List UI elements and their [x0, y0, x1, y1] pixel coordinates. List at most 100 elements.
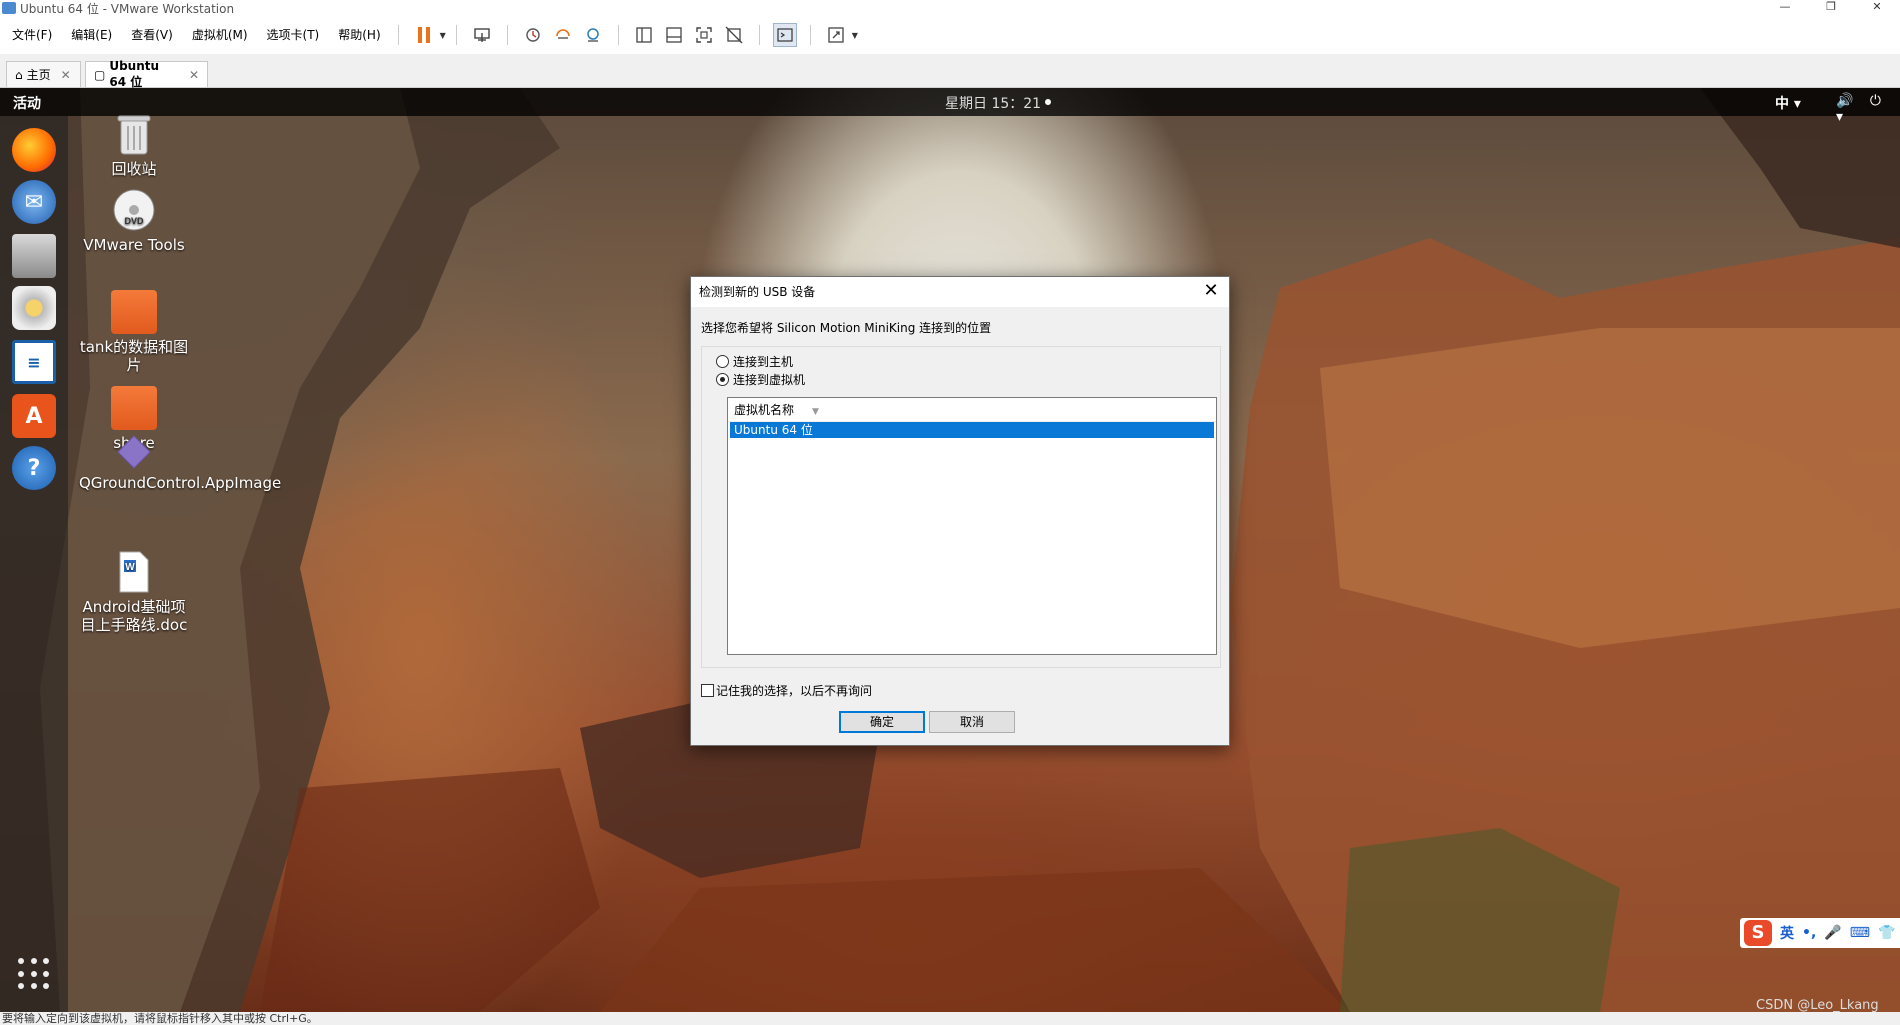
system-menu[interactable]: 🔊 ⏻ ▾	[1836, 93, 1900, 125]
menu-tabs[interactable]: 选项卡(T)	[260, 23, 327, 47]
dialog-title: 检测到新的 USB 设备	[699, 285, 816, 299]
ok-button[interactable]: 确定	[839, 711, 925, 733]
desktop-icon-trash[interactable]: 回收站	[79, 112, 189, 178]
window-controls: — ❐ ✕	[1762, 0, 1900, 16]
toolbar-separator	[506, 25, 508, 45]
menu-file[interactable]: 文件(F)	[5, 23, 59, 47]
radio-button[interactable]	[716, 373, 729, 386]
desktop-icon-label: VMware Tools	[83, 236, 185, 254]
svg-text:W: W	[125, 562, 135, 573]
minimize-button[interactable]: —	[1762, 0, 1808, 16]
ubuntu-dock: ✉ ≡ A ?	[0, 116, 68, 1012]
sogou-logo-icon[interactable]: S	[1744, 920, 1772, 946]
toolbar-separator	[758, 25, 760, 45]
radio-connect-vm[interactable]: 连接到虚拟机	[716, 371, 805, 388]
sogou-ime-bar[interactable]: S 英 •, 🎤 ⌨ 👕	[1740, 918, 1900, 948]
window-titlebar: Ubuntu 64 位 - VMware Workstation — ❐ ✕	[0, 0, 1900, 16]
menu-vm[interactable]: 虚拟机(M)	[185, 23, 255, 47]
tab-ubuntu-label: Ubuntu 64 位	[109, 59, 160, 89]
unity-icon[interactable]	[722, 23, 746, 47]
desktop-icon-label: tank的数据和图片	[79, 338, 189, 374]
menu-view[interactable]: 查看(V)	[124, 23, 180, 47]
vmware-app-icon	[2, 2, 16, 14]
rhythmbox-icon[interactable]	[12, 286, 56, 330]
remember-choice-checkbox[interactable]: 记住我的选择，以后不再询问	[701, 682, 872, 699]
close-icon[interactable]: ✕	[189, 68, 199, 82]
toolbar-separator	[617, 25, 619, 45]
desktop-icon-tank-folder[interactable]: tank的数据和图片	[79, 290, 189, 374]
trash-icon	[111, 112, 157, 156]
desktop-icon-label: QGroundControl.AppImage	[79, 474, 282, 492]
dialog-prompt: 选择您希望将 Silicon Motion MiniKing 连接到的位置	[701, 321, 992, 335]
menubar: 文件(F) 编辑(E) 查看(V) 虚拟机(M) 选项卡(T) 帮助(H) ▼ …	[0, 16, 1900, 54]
tab-bar: ⌂ 主页 ✕ ▢ Ubuntu 64 位 ✕	[0, 54, 1900, 89]
snapshot-icon[interactable]	[521, 23, 545, 47]
checkbox[interactable]	[701, 684, 714, 697]
folder-icon	[111, 386, 157, 430]
home-icon: ⌂	[15, 67, 23, 82]
vm-icon: ▢	[94, 67, 106, 82]
firefox-icon[interactable]	[12, 128, 56, 172]
skin-icon[interactable]: 👕	[1878, 925, 1895, 941]
library-icon[interactable]	[632, 23, 656, 47]
radio-connect-host[interactable]: 连接到主机	[716, 353, 793, 370]
appimage-icon	[111, 434, 157, 470]
dialog-close-button[interactable]: ✕	[1201, 277, 1221, 305]
manage-snapshots-icon[interactable]	[581, 23, 605, 47]
column-header-vm-name[interactable]: 虚拟机名称 ▼	[728, 398, 1216, 422]
send-keys-icon[interactable]	[470, 23, 494, 47]
voice-input-icon[interactable]: 🎤	[1824, 925, 1841, 941]
status-bar: 要将输入定向到该虚拟机，请将鼠标指针移入其中或按 Ctrl+G。	[0, 1012, 1900, 1025]
radio-button[interactable]	[716, 355, 729, 368]
help-icon[interactable]: ?	[12, 446, 56, 490]
revert-snapshot-icon[interactable]	[551, 23, 575, 47]
cancel-button[interactable]: 取消	[929, 711, 1015, 733]
clock[interactable]: 星期日 15：21	[945, 93, 1052, 113]
vm-list[interactable]: 虚拟机名称 ▼ Ubuntu 64 位	[727, 397, 1217, 655]
toolbar-separator	[809, 25, 811, 45]
files-icon[interactable]	[12, 234, 56, 278]
ime-mode-toggle[interactable]: 英	[1780, 923, 1794, 943]
tab-ubuntu[interactable]: ▢ Ubuntu 64 位 ✕	[85, 59, 208, 89]
writer-icon[interactable]: ≡	[12, 340, 56, 384]
console-icon[interactable]	[772, 23, 797, 47]
keyboard-icon[interactable]: ⌨	[1850, 925, 1870, 941]
restore-button[interactable]: ❐	[1808, 0, 1854, 16]
svg-text:DVD: DVD	[124, 216, 144, 226]
pause-dropdown-arrow-icon[interactable]: ▼	[440, 31, 446, 40]
tab-home[interactable]: ⌂ 主页 ✕	[6, 61, 81, 87]
column-header-label: 虚拟机名称	[734, 403, 795, 417]
sort-arrow-icon: ▼	[812, 407, 819, 417]
toolbar-separator	[397, 25, 399, 45]
stretch-dropdown-arrow-icon[interactable]: ▼	[852, 31, 858, 40]
watermark: CSDN @Leo_Lkang	[1756, 998, 1879, 1013]
desktop-icon-label: 回收站	[111, 160, 157, 178]
close-window-button[interactable]: ✕	[1854, 0, 1900, 16]
connection-options-group: 连接到主机 连接到虚拟机 虚拟机名称 ▼ Ubuntu 64 位	[701, 346, 1221, 668]
desktop-icon-android-doc[interactable]: W Android基础项目上手路线.doc	[79, 550, 189, 634]
thunderbird-icon[interactable]: ✉	[12, 180, 56, 224]
dialog-titlebar: 检测到新的 USB 设备 ✕	[691, 277, 1229, 307]
menu-edit[interactable]: 编辑(E)	[64, 23, 119, 47]
checkbox-label: 记住我的选择，以后不再询问	[716, 684, 873, 698]
usb-device-dialog: 检测到新的 USB 设备 ✕ 选择您希望将 Silicon Motion Min…	[690, 276, 1230, 746]
menu-help[interactable]: 帮助(H)	[331, 23, 387, 47]
word-document-icon: W	[111, 550, 157, 594]
fullscreen-icon[interactable]	[692, 23, 716, 47]
punctuation-icon[interactable]: •,	[1802, 925, 1816, 941]
list-item[interactable]: Ubuntu 64 位	[730, 422, 1214, 438]
software-center-icon[interactable]: A	[12, 394, 56, 438]
desktop-icon-qgroundcontrol[interactable]: QGroundControl.AppImage	[79, 434, 282, 492]
desktop-icon-label: Android基础项目上手路线.doc	[80, 598, 188, 634]
radio-label: 连接到主机	[733, 355, 794, 369]
show-applications-icon[interactable]	[18, 958, 50, 990]
pause-icon[interactable]	[412, 23, 436, 47]
dvd-icon: DVD	[111, 188, 157, 232]
stretch-icon[interactable]	[824, 23, 848, 47]
notification-dot-icon	[1045, 99, 1052, 105]
input-method-indicator[interactable]: 中 ▾	[1775, 93, 1801, 113]
thumbnail-icon[interactable]	[662, 23, 686, 47]
close-icon[interactable]: ✕	[61, 68, 71, 82]
desktop-icon-vmware-tools[interactable]: DVD VMware Tools	[79, 188, 189, 254]
activities-button[interactable]: 活动	[13, 93, 41, 113]
